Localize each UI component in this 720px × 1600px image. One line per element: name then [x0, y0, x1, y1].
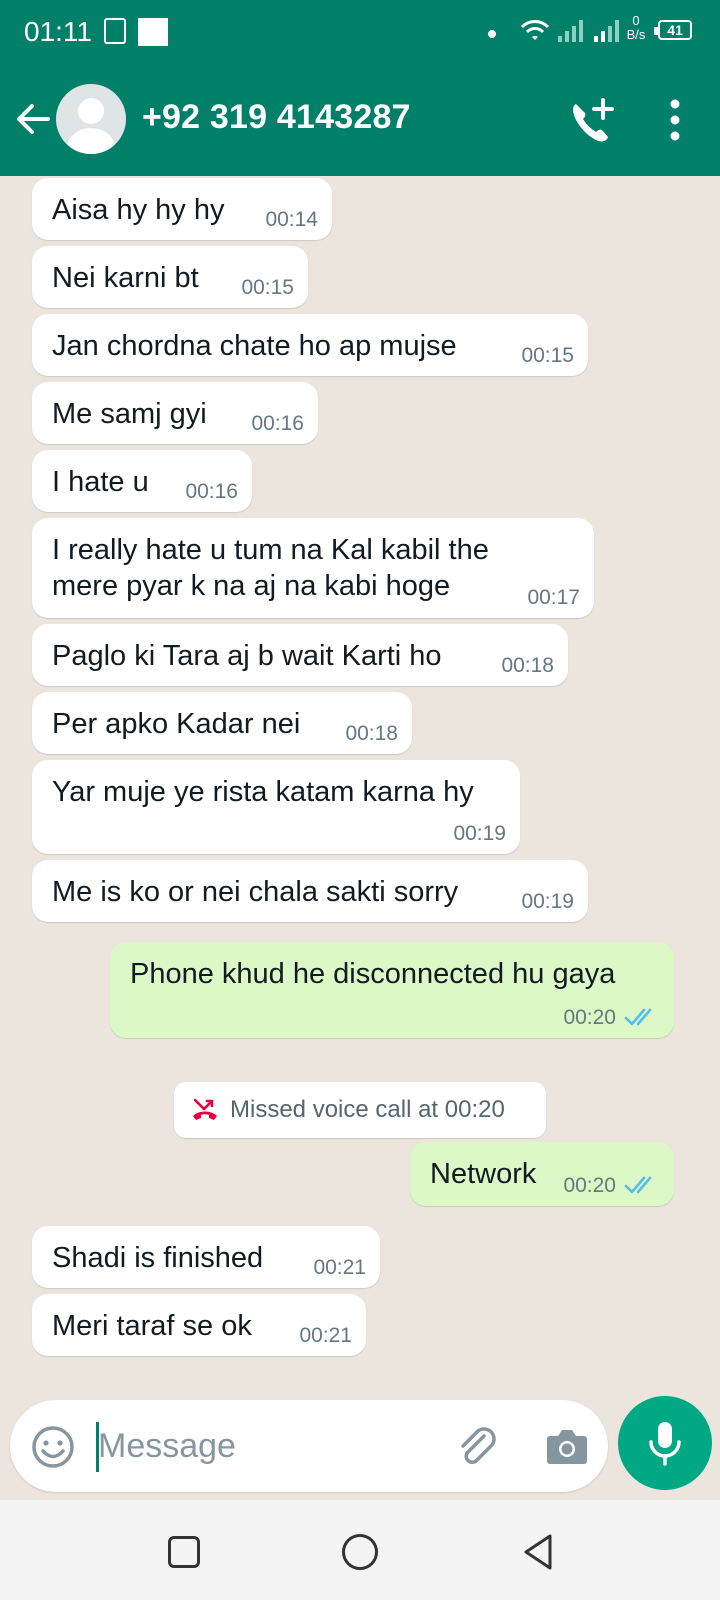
network-speed: 0 B/s	[622, 14, 650, 42]
status-bar: 01:11 0 B/s 41	[0, 0, 720, 64]
recent-apps-button[interactable]	[168, 1536, 200, 1568]
notification-square-icon	[138, 18, 168, 46]
avatar[interactable]	[56, 84, 126, 154]
message-out[interactable]: Network 00:20	[410, 1142, 674, 1206]
mic-button[interactable]	[618, 1396, 712, 1490]
message-box[interactable]	[10, 1400, 608, 1492]
back-triangle-icon[interactable]	[520, 1532, 556, 1572]
message-time: 00:16	[251, 412, 304, 435]
message-text: Phone khud he disconnected hu gaya	[130, 958, 616, 990]
message-time: 00:20	[563, 1174, 616, 1197]
message-text: Per apko Kadar nei	[52, 708, 301, 740]
message-in[interactable]: Nei karni bt 00:15	[32, 246, 308, 308]
message-text: Me samj gyi	[52, 398, 207, 430]
message-text: Meri taraf se ok	[52, 1310, 252, 1342]
status-time: 01:11	[24, 16, 92, 47]
message-in[interactable]: Per apko Kadar nei 00:18	[32, 692, 412, 754]
message-in[interactable]: Me is ko or nei chala sakti sorry 00:19	[32, 860, 588, 922]
avatar-head	[78, 98, 104, 124]
message-time: 00:20	[563, 1006, 616, 1029]
attach-icon[interactable]	[454, 1422, 500, 1470]
back-arrow-icon[interactable]	[10, 94, 54, 144]
message-in[interactable]: I hate u 00:16	[32, 450, 252, 512]
message-time: 00:17	[527, 586, 580, 609]
message-time: 00:15	[521, 344, 574, 367]
message-time: 00:18	[501, 654, 554, 677]
message-text-line: I really hate u tum na Kal kabil the	[52, 534, 489, 566]
message-text: Shadi is finished	[52, 1242, 264, 1274]
message-text: I hate u	[52, 466, 149, 498]
more-vert-icon[interactable]	[660, 96, 690, 146]
message-in[interactable]: Me samj gyi 00:16	[32, 382, 318, 444]
message-input[interactable]	[98, 1420, 418, 1472]
message-in[interactable]: I really hate u tum na Kal kabil the mer…	[32, 518, 594, 618]
missed-call-icon	[193, 1098, 217, 1120]
read-receipt-icon	[624, 1176, 652, 1194]
message-time: 00:16	[185, 480, 238, 503]
composer	[0, 1396, 720, 1500]
message-text: Jan chordna chate ho ap mujse	[52, 330, 457, 362]
missed-call-notice[interactable]: Missed voice call at 00:20	[174, 1082, 546, 1138]
network-speed-unit: B/s	[626, 27, 646, 42]
missed-call-text: Missed voice call at 00:20	[230, 1096, 505, 1123]
message-time: 00:15	[241, 276, 294, 299]
system-nav-bar	[0, 1500, 720, 1600]
message-out[interactable]: Phone khud he disconnected hu gaya 00:20	[110, 942, 674, 1038]
message-text: Yar muje ye rista katam karna hy	[52, 776, 474, 808]
notification-dot-icon	[488, 30, 496, 38]
message-text-line: mere pyar k na aj na kabi hoge	[52, 570, 451, 602]
message-in[interactable]: Shadi is finished 00:21	[32, 1226, 380, 1288]
message-text: Nei karni bt	[52, 262, 199, 294]
message-text: Paglo ki Tara aj b wait Karti ho	[52, 640, 442, 672]
message-text: Me is ko or nei chala sakti sorry	[52, 876, 459, 908]
signal-icon	[558, 20, 583, 42]
message-time: 00:21	[313, 1256, 366, 1279]
message-in[interactable]: Jan chordna chate ho ap mujse 00:15	[32, 314, 588, 376]
message-text: Network	[430, 1158, 537, 1190]
message-time: 00:18	[345, 722, 398, 745]
network-speed-value: 0	[632, 13, 640, 28]
message-in[interactable]: Yar muje ye rista katam karna hy 00:19	[32, 760, 520, 854]
message-time: 00:19	[521, 890, 574, 913]
read-receipt-icon	[624, 1008, 652, 1026]
chat-header: +92 319 4143287	[0, 64, 720, 176]
message-in[interactable]: Paglo ki Tara aj b wait Karti ho 00:18	[32, 624, 568, 686]
wifi-icon	[520, 20, 550, 40]
home-button[interactable]	[342, 1534, 378, 1570]
signal-icon	[594, 20, 619, 42]
mic-icon	[649, 1422, 681, 1466]
chat-area[interactable]: Aisa hy hy hy 00:14 Nei karni bt 00:15 J…	[0, 176, 720, 1400]
avatar-body	[67, 128, 115, 154]
message-time: 00:19	[453, 822, 506, 845]
app-notification-icon	[104, 18, 126, 44]
message-time: 00:14	[265, 208, 318, 231]
message-in[interactable]: Aisa hy hy hy 00:14	[32, 178, 332, 240]
contact-name[interactable]: +92 319 4143287	[142, 98, 411, 137]
emoji-icon[interactable]	[30, 1424, 76, 1470]
message-time: 00:21	[299, 1324, 352, 1347]
camera-icon[interactable]	[544, 1424, 590, 1468]
message-text: Aisa hy hy hy	[52, 194, 225, 226]
battery-icon: 41	[654, 20, 692, 40]
message-in[interactable]: Meri taraf se ok 00:21	[32, 1294, 366, 1356]
add-call-icon[interactable]	[566, 96, 616, 146]
